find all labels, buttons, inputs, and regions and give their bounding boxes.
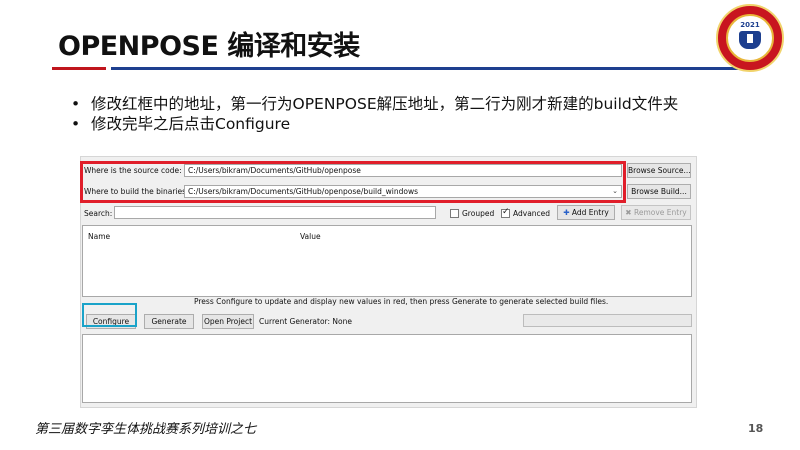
advanced-label: Advanced bbox=[513, 209, 551, 218]
bullet-dot-icon: • bbox=[71, 115, 81, 133]
configure-hint-text: Press Configure to update and display ne… bbox=[194, 297, 609, 306]
logo-emblem: 2021 bbox=[726, 14, 774, 62]
title-underline-red bbox=[52, 67, 106, 70]
logo-year: 2021 bbox=[740, 21, 760, 29]
generate-button[interactable]: Generate bbox=[144, 314, 194, 329]
output-log[interactable] bbox=[82, 334, 692, 403]
slide-footer: 第三届数字孪生体挑战赛系列培训之七 bbox=[35, 422, 257, 437]
bullet-item: • 修改红框中的地址，第一行为OPENPOSE解压地址，第二行为刚才新建的bui… bbox=[69, 94, 709, 114]
progress-bar bbox=[523, 314, 692, 327]
bullet-text: 修改完毕之后点击Configure bbox=[91, 115, 291, 133]
add-entry-button[interactable]: ✚ Add Entry bbox=[557, 205, 615, 220]
column-header-name[interactable]: Name bbox=[88, 232, 110, 241]
browse-source-button[interactable]: Browse Source... bbox=[627, 163, 691, 178]
current-generator-label: Current Generator: None bbox=[259, 317, 352, 326]
open-project-button[interactable]: Open Project bbox=[202, 314, 254, 329]
path-highlight-box bbox=[80, 161, 626, 203]
slide-title: OPENPOSE 编译和安装 bbox=[58, 31, 360, 62]
title-underline-blue bbox=[111, 67, 745, 70]
advanced-checkbox[interactable] bbox=[501, 207, 510, 218]
search-label: Search: bbox=[84, 209, 113, 218]
browse-build-button[interactable]: Browse Build... bbox=[627, 184, 691, 199]
competition-logo: 2021 bbox=[716, 4, 784, 72]
remove-entry-label: Remove Entry bbox=[633, 208, 687, 217]
bullet-item: • 修改完毕之后点击Configure bbox=[69, 114, 709, 134]
plus-icon: ✚ bbox=[563, 208, 570, 217]
column-header-value[interactable]: Value bbox=[300, 232, 321, 241]
search-input[interactable] bbox=[114, 206, 436, 219]
configure-highlight-box bbox=[82, 303, 137, 327]
bullet-list: • 修改红框中的地址，第一行为OPENPOSE解压地址，第二行为刚才新建的bui… bbox=[69, 94, 709, 134]
page-number: 18 bbox=[748, 422, 764, 435]
bullet-dot-icon: • bbox=[71, 95, 81, 113]
grouped-label: Grouped bbox=[462, 209, 495, 218]
shield-icon bbox=[739, 31, 761, 49]
add-entry-label: Add Entry bbox=[571, 208, 609, 217]
cache-entries-table[interactable]: Name Value bbox=[82, 225, 692, 297]
remove-icon: ✖ bbox=[625, 208, 632, 217]
remove-entry-button[interactable]: ✖ Remove Entry bbox=[621, 205, 691, 220]
bullet-text: 修改红框中的地址，第一行为OPENPOSE解压地址，第二行为刚才新建的build… bbox=[91, 95, 679, 113]
grouped-checkbox[interactable] bbox=[450, 209, 459, 218]
